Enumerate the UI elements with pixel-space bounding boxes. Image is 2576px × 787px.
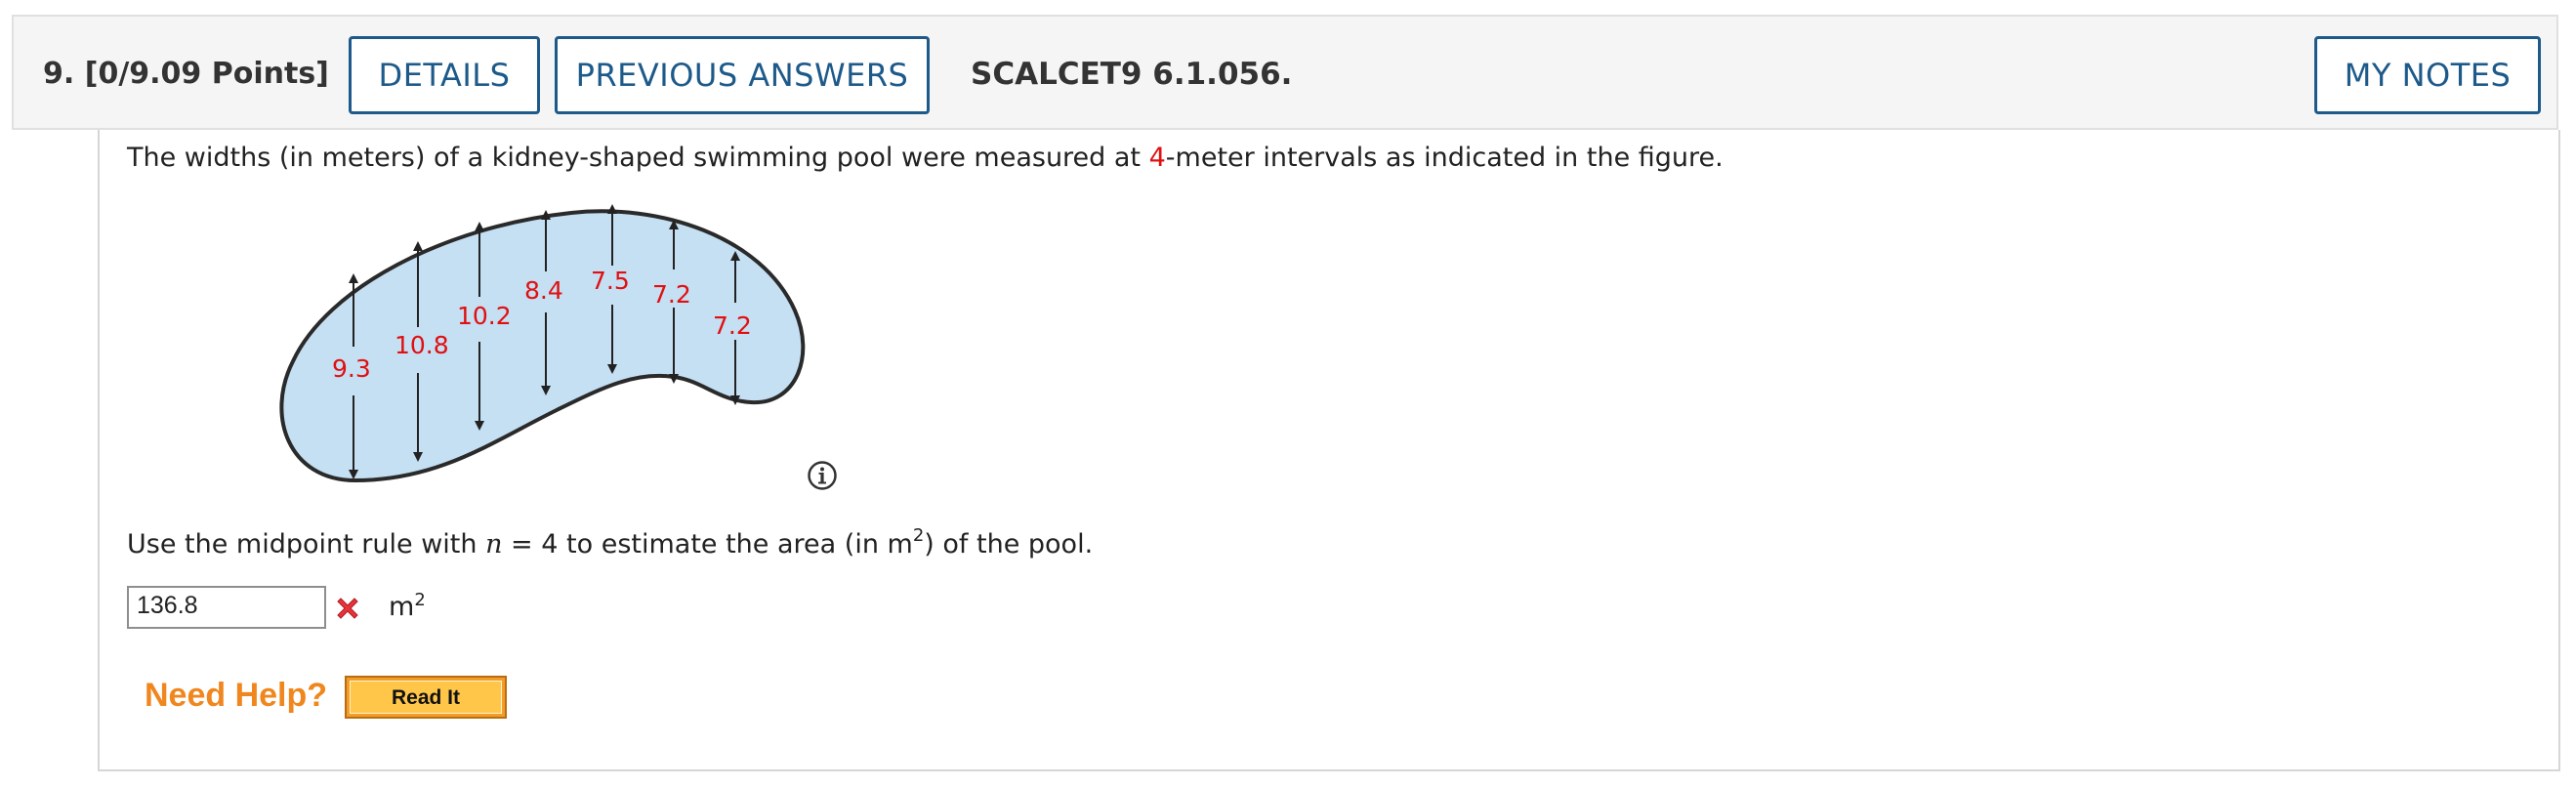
question-header: 9. [0/9.09 Points] DETAILS PREVIOUS ANSW… [12,15,2558,130]
answer-unit: m2 [389,590,426,623]
width-label-1: 9.3 [332,354,371,383]
answer-input[interactable]: 136.8 [127,586,326,629]
red-x-icon [337,598,358,619]
details-button[interactable]: DETAILS [349,36,540,114]
question-code: SCALCET9 6.1.056. [971,57,1293,92]
width-label-4: 8.4 [524,276,563,305]
unit-base: m [389,592,415,622]
intro-text-start: The widths (in meters) of a kidney-shape… [127,143,1149,173]
intro-text-end: -meter intervals as indicated in the fig… [1165,143,1724,173]
read-it-button[interactable]: Read It [345,676,507,719]
width-label-3: 10.2 [457,302,512,330]
read-it-label: Read It [350,681,502,714]
width-label-6: 7.2 [652,280,691,309]
info-circle-icon[interactable] [807,460,838,491]
width-label-2: 10.8 [395,331,449,359]
width-label-5: 7.5 [591,267,630,295]
problem-intro: The widths (in meters) of a kidney-shape… [127,143,1724,173]
unit-exponent: 2 [414,590,426,610]
pool-shape [279,209,806,483]
intro-interval-value: 4 [1148,143,1166,173]
prompt-exponent: 2 [912,525,925,546]
my-notes-button[interactable]: MY NOTES [2314,36,2541,114]
prompt-text-start: Use the midpoint rule with [127,529,486,559]
question-label: 9. [0/9.09 Points] [43,17,329,132]
question-number: 9. [43,57,75,91]
previous-answers-button[interactable]: PREVIOUS ANSWERS [555,36,930,114]
prompt-text-end: ) of the pool. [924,529,1094,559]
prompt-text-mid: = 4 to estimate the area (in m [502,529,913,559]
prompt-variable: n [485,529,503,559]
problem-prompt: Use the midpoint rule with n = 4 to esti… [127,527,1094,560]
question-points: [0/9.09 Points] [84,57,329,91]
need-help-label: Need Help? [145,677,328,714]
width-label-7: 7.2 [713,311,752,340]
pool-figure: 9.3 10.8 10.2 8.4 7.5 7.2 7.2 [279,204,806,483]
